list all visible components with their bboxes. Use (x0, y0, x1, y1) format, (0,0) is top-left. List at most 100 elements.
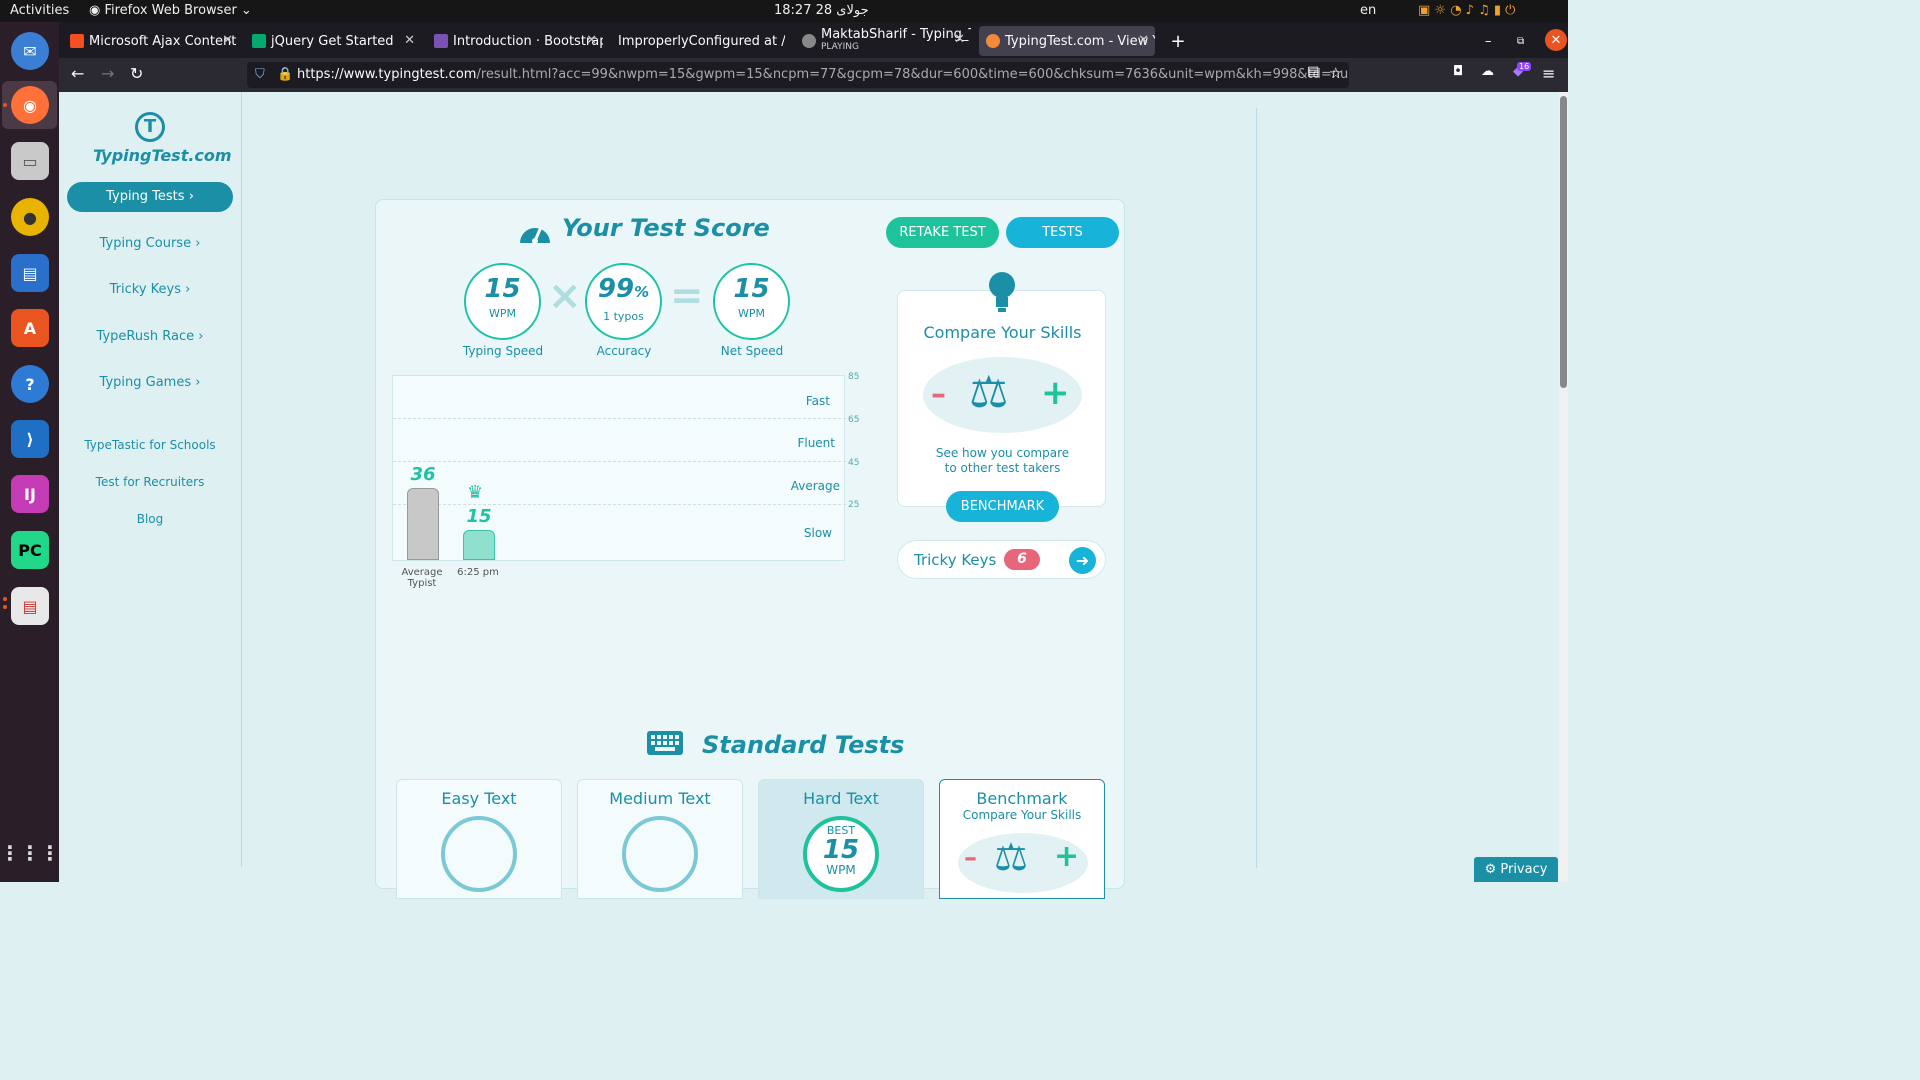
chart-bar-value-label: 15 (466, 506, 492, 527)
tab-favicon-icon (986, 34, 1000, 48)
medium-text-card[interactable]: Medium Text (577, 779, 743, 899)
chevron-right-icon: › (185, 282, 191, 297)
tests-button[interactable]: TESTS (1006, 217, 1119, 248)
grid-line (393, 461, 846, 462)
restore-icon[interactable]: ⧉ (1517, 26, 1537, 56)
pocket-icon[interactable]: ◘ (1453, 64, 1463, 79)
page-scrollbar[interactable] (1559, 92, 1568, 882)
dock: ✉ ◉ ▭ ● ▤ A ? ⟩ IJ PC ▤ ⋮⋮⋮ (0, 22, 60, 882)
intellij-icon[interactable]: IJ (11, 475, 49, 513)
close-window-icon[interactable]: ✕ (1545, 29, 1567, 51)
status-icons[interactable]: ▣ ☼ ◔ ♪ ♫ ▮ ⏻ (1418, 3, 1515, 18)
nav-typing-course[interactable]: Typing Course › (67, 229, 233, 259)
document-viewer-icon[interactable]: ▤ (11, 587, 49, 625)
balance-scale-icon: – ⚖ + (923, 357, 1082, 433)
easy-text-card[interactable]: Easy Text (396, 779, 562, 899)
forward-icon[interactable]: → (101, 64, 114, 83)
retake-test-button[interactable]: RETAKE TEST (886, 217, 999, 248)
shield-icon[interactable]: ⛉ (255, 62, 265, 88)
pycharm-icon[interactable]: PC (11, 531, 49, 569)
app-menu[interactable]: ◉ Firefox Web Browser ⌄ (89, 3, 252, 18)
help-icon[interactable]: ? (11, 365, 49, 403)
close-icon[interactable]: ✕ (222, 33, 233, 48)
benchmark-card[interactable]: Benchmark Compare Your Skills – ⚖ + (939, 779, 1105, 899)
scrollbar-thumb[interactable] (1560, 96, 1567, 388)
hard-text-card[interactable]: Hard Text BEST 15 WPM (758, 779, 924, 899)
menu-icon[interactable]: ≡ (1542, 64, 1555, 83)
reader-view-icon[interactable]: ▤ (1307, 64, 1319, 79)
nav-typing-games[interactable]: Typing Games › (67, 368, 233, 398)
vscode-icon[interactable]: ⟩ (11, 420, 49, 458)
running-indicator (3, 597, 7, 601)
nav-typerush-race[interactable]: TypeRush Race › (67, 322, 233, 352)
x-label-average-typist: Average Typist (401, 567, 443, 589)
app-center-icon[interactable]: A (11, 309, 49, 347)
extension-icon[interactable]: ☁ (1481, 64, 1494, 79)
accuracy-circle: 99% 1 typos (585, 263, 662, 340)
chevron-right-icon: › (188, 189, 194, 204)
firefox-icon[interactable]: ◉ (11, 86, 49, 124)
writer-icon[interactable]: ▤ (11, 254, 49, 292)
language-indicator[interactable]: en (1360, 3, 1376, 18)
running-indicator (3, 103, 7, 107)
link-recruiters[interactable]: Test for Recruiters (67, 475, 233, 489)
privacy-button[interactable]: ⚙ Privacy (1474, 857, 1558, 882)
files-icon[interactable]: ▭ (11, 142, 49, 180)
balance-scale-icon: – ⚖ + (958, 833, 1088, 893)
page-content: T TypingTest.com Typing Tests › Typing C… (59, 92, 1559, 899)
band-label-fast: Fast (805, 394, 830, 408)
speed-chart: Fast Fluent Average Slow 36 15 ♛ (392, 375, 846, 561)
nav-typing-tests[interactable]: Typing Tests › (67, 182, 233, 212)
show-apps-icon[interactable]: ⋮⋮⋮ (0, 834, 60, 872)
lightbulb-icon (989, 272, 1015, 312)
site-logo[interactable]: TypingTest.com (93, 146, 232, 165)
benchmark-button[interactable]: BENCHMARK (946, 491, 1059, 522)
chart-bar (463, 530, 495, 560)
standard-tests-title: Standard Tests (702, 731, 905, 759)
close-icon[interactable]: ✕ (586, 33, 597, 48)
nav-tricky-keys[interactable]: Tricky Keys › (67, 275, 233, 305)
tab-favicon-icon (252, 34, 266, 48)
tricky-keys-panel[interactable]: Tricky Keys 6 ➜ (897, 540, 1106, 579)
bookmark-star-icon[interactable]: ☆ (1329, 64, 1342, 82)
tab[interactable]: Introduction · Bootstrap ✕ (427, 26, 603, 56)
close-icon[interactable]: ✕ (954, 33, 965, 46)
chart-bar-value-label: 36 (410, 464, 436, 485)
tab-active[interactable]: TypingTest.com - View Yo ✕ (979, 26, 1155, 56)
arrow-right-icon[interactable]: ➜ (1069, 547, 1096, 574)
gear-icon: ⚙ (1484, 862, 1501, 877)
reload-icon[interactable]: ↻ (130, 64, 143, 83)
band-label-fluent: Fluent (797, 436, 835, 450)
net-speed-circle: 15 WPM (713, 263, 790, 340)
y-tick-label: 65 (848, 415, 860, 425)
logo-icon[interactable]: T (135, 112, 165, 142)
tab[interactable]: ImproperlyConfigured at /or (609, 26, 785, 56)
back-icon[interactable]: ← (71, 64, 84, 83)
thunderbird-icon[interactable]: ✉ (11, 32, 49, 70)
tab-bar: Microsoft Ajax Content D ✕ jQuery Get Sta… (59, 22, 1568, 58)
chevron-right-icon: › (198, 329, 204, 344)
minimize-icon[interactable]: – (1485, 26, 1505, 56)
clock[interactable]: 18:27 28 جولای (774, 3, 869, 18)
y-tick-label: 85 (848, 372, 860, 382)
activities-button[interactable]: Activities (10, 3, 69, 18)
speedometer-icon (520, 226, 550, 244)
lock-icon[interactable]: 🔒 (277, 62, 293, 88)
link-typetastic[interactable]: TypeTastic for Schools (67, 438, 233, 452)
navigation-toolbar: ← → ↻ ⛉ 🔒 https://www.typingtest.com/res… (59, 58, 1568, 92)
link-blog[interactable]: Blog (67, 512, 233, 526)
grid-line (393, 418, 846, 419)
close-icon[interactable]: ✕ (404, 33, 415, 48)
tab[interactable]: jQuery Get Started ✕ (245, 26, 421, 56)
laughing-face-icon (441, 816, 517, 892)
multiply-icon: × (548, 273, 582, 319)
typing-speed-label: Typing Speed (462, 344, 544, 358)
new-tab-icon[interactable]: + (1163, 26, 1193, 56)
extension-badge: 16 (1517, 62, 1532, 71)
band-label-slow: Slow (803, 526, 832, 540)
rhythmbox-icon[interactable]: ● (11, 198, 49, 236)
url-field[interactable]: ⛉ 🔒 https://www.typingtest.com/result.ht… (247, 62, 1349, 88)
tab-playing[interactable]: MaktabSharif - Typing_Te PLAYING ✕ (795, 26, 971, 56)
tab[interactable]: Microsoft Ajax Content D ✕ (63, 26, 239, 56)
close-icon[interactable]: ✕ (1138, 33, 1149, 48)
